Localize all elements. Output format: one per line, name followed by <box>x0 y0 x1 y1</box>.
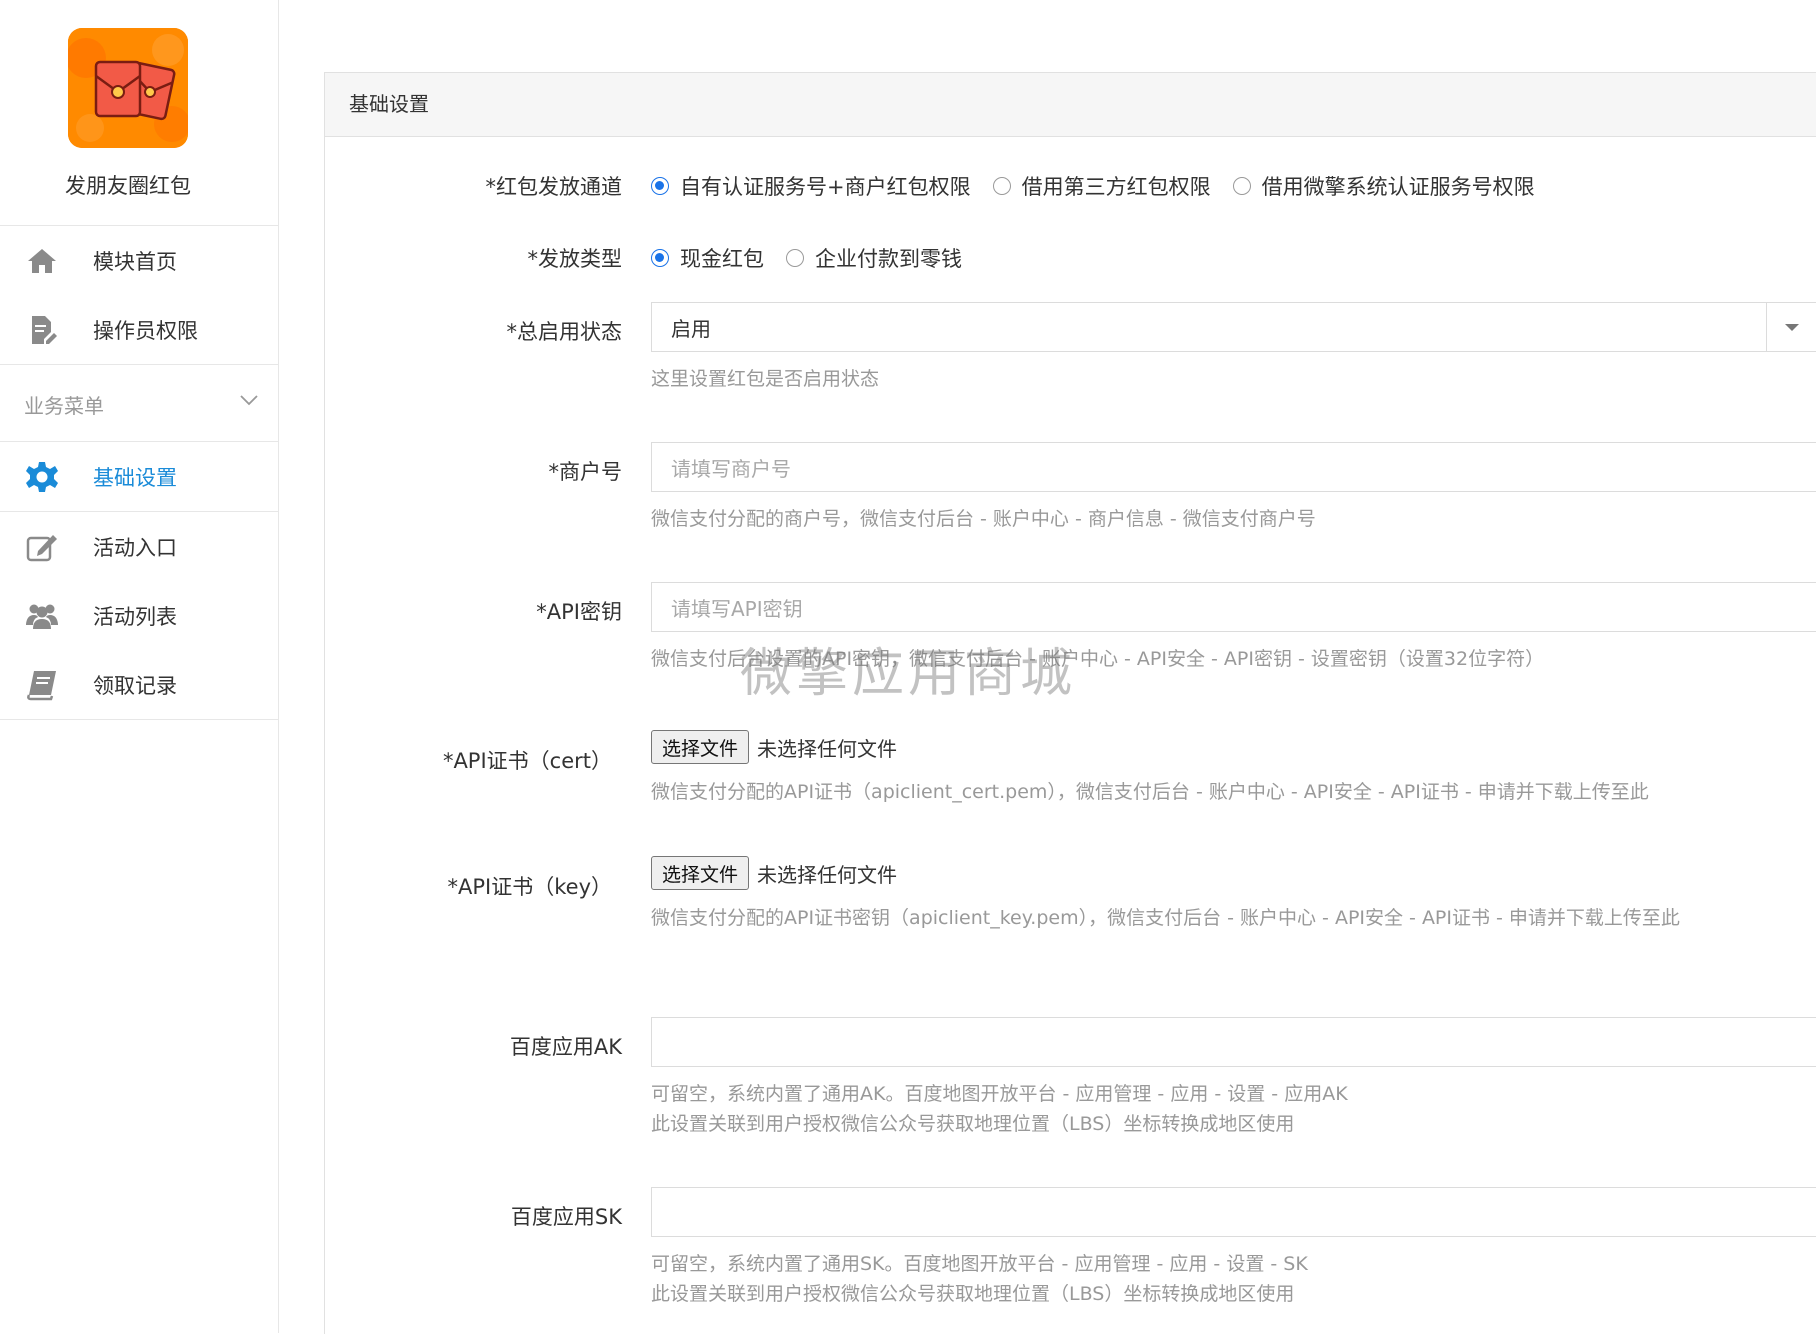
section-title: 业务菜单 <box>24 394 104 418</box>
radio-unchecked-icon <box>1232 177 1251 195</box>
settings-panel: 基础设置 *红包发放通道 自有认证服务号+商户红包权限 借用第三方红包权限 借用… <box>324 72 1816 1334</box>
key-choose-file-button[interactable]: 选择文件 <box>651 856 750 890</box>
cert-choose-file-button[interactable]: 选择文件 <box>651 730 750 764</box>
type-option-enterprise[interactable]: 企业付款到零钱 <box>786 243 962 273</box>
type-option-cash[interactable]: 现金红包 <box>651 243 764 273</box>
business-menu-toggle[interactable]: 业务菜单 <box>0 365 278 442</box>
merchant-placeholder: 请填写商户号 <box>671 456 791 481</box>
key-file-status: 未选择任何文件 <box>757 862 898 887</box>
channel-radio-group: 自有认证服务号+商户红包权限 借用第三方红包权限 借用微擎系统认证服务号权限 <box>651 171 1557 201</box>
cert-file-input: 选择文件 未选择任何文件 <box>651 730 897 764</box>
api-key-input[interactable]: 请填写API密钥 <box>651 582 1816 632</box>
key-help: 微信支付分配的API证书密钥（apiclient_key.pem），微信支付后台… <box>651 907 1680 929</box>
nav-item-label: 操作员权限 <box>93 318 198 343</box>
nav-item-label: 活动入口 <box>93 535 177 560</box>
edit-icon <box>24 529 60 565</box>
baidu-ak-input[interactable] <box>651 1017 1816 1067</box>
api-key-label: *API密钥 <box>536 600 622 624</box>
chevron-down-icon <box>238 389 260 411</box>
baidu-ak-help: 可留空，系统内置了通用AK。百度地图开放平台 - 应用管理 - 应用 - 设置 … <box>651 1083 1348 1105</box>
key-file-input: 选择文件 未选择任何文件 <box>651 856 897 890</box>
red-envelope-logo-icon <box>68 28 188 148</box>
radio-unchecked-icon <box>992 177 1011 195</box>
cert-label: *API证书（cert） <box>442 749 612 773</box>
channel-label: *红包发放通道 <box>485 175 623 199</box>
channel-option-system[interactable]: 借用微擎系统认证服务号权限 <box>1232 171 1535 201</box>
business-nav: 活动入口 活动列表 领取记录 <box>0 512 278 720</box>
nav-item-activity-list[interactable]: 活动列表 <box>0 581 278 650</box>
radio-label: 自有认证服务号+商户红包权限 <box>680 175 971 199</box>
channel-option-third-party[interactable]: 借用第三方红包权限 <box>992 171 1211 201</box>
radio-label: 企业付款到零钱 <box>815 247 962 271</box>
baidu-ak-help-lbs: 此设置关联到用户授权微信公众号获取地理位置（LBS）坐标转换成地区使用 <box>651 1113 1295 1135</box>
top-nav: 模块首页 操作员权限 <box>0 226 278 365</box>
type-radio-group: 现金红包 企业付款到零钱 <box>651 243 984 273</box>
nav-item-claim-records[interactable]: 领取记录 <box>0 650 278 719</box>
key-label: *API证书（key） <box>447 875 612 899</box>
type-label: *发放类型 <box>527 247 623 271</box>
app-logo[interactable] <box>68 28 188 148</box>
app-header: 发朋友圈红包 <box>0 0 278 226</box>
status-label: *总启用状态 <box>506 320 623 344</box>
nav-item-basic-settings[interactable]: 基础设置 <box>0 442 278 511</box>
book-icon <box>24 667 60 703</box>
radio-label: 现金红包 <box>680 247 764 271</box>
caret-down-icon[interactable] <box>1766 303 1816 351</box>
merchant-label: *商户号 <box>548 460 623 484</box>
document-edit-icon <box>24 312 60 348</box>
api-key-placeholder: 请填写API密钥 <box>671 596 803 621</box>
baidu-ak-label: 百度应用AK <box>509 1035 622 1059</box>
radio-label: 借用微擎系统认证服务号权限 <box>1261 175 1535 199</box>
merchant-input[interactable]: 请填写商户号 <box>651 442 1816 492</box>
radio-label: 借用第三方红包权限 <box>1021 175 1211 199</box>
nav-item-label: 活动列表 <box>93 604 177 629</box>
home-icon <box>24 243 60 279</box>
radio-unchecked-icon <box>786 249 804 267</box>
nav-item-label: 模块首页 <box>93 249 177 274</box>
panel-title: 基础设置 <box>325 73 1816 137</box>
status-select[interactable]: 启用 <box>651 302 1816 352</box>
baidu-sk-label: 百度应用SK <box>510 1205 622 1229</box>
active-nav-wrap: 基础设置 <box>0 442 278 512</box>
app-name: 发朋友圈红包 <box>65 174 191 198</box>
sidebar: 发朋友圈红包 模块首页 操作员权限 业务菜单 基础设置 活动入口 活动列表 领取… <box>0 0 279 1333</box>
status-help: 这里设置红包是否启用状态 <box>651 368 880 390</box>
radio-checked-icon <box>651 177 669 195</box>
nav-item-label: 领取记录 <box>93 673 177 698</box>
radio-checked-icon <box>651 249 669 267</box>
nav-item-activity-entry[interactable]: 活动入口 <box>0 512 278 581</box>
merchant-help: 微信支付分配的商户号，微信支付后台 - 账户中心 - 商户信息 - 微信支付商户… <box>651 508 1316 530</box>
users-icon <box>24 598 60 634</box>
channel-option-own[interactable]: 自有认证服务号+商户红包权限 <box>651 171 971 201</box>
nav-item-label: 基础设置 <box>93 465 177 490</box>
nav-item-module-home[interactable]: 模块首页 <box>0 226 278 295</box>
nav-item-operator-permissions[interactable]: 操作员权限 <box>0 295 278 364</box>
baidu-sk-help-lbs: 此设置关联到用户授权微信公众号获取地理位置（LBS）坐标转换成地区使用 <box>651 1283 1295 1305</box>
status-select-value: 启用 <box>671 316 711 341</box>
cert-help: 微信支付分配的API证书（apiclient_cert.pem），微信支付后台 … <box>651 781 1649 803</box>
baidu-sk-input[interactable] <box>651 1187 1816 1237</box>
gear-icon <box>24 459 60 495</box>
cert-file-status: 未选择任何文件 <box>757 736 898 761</box>
baidu-sk-help: 可留空，系统内置了通用SK。百度地图开放平台 - 应用管理 - 应用 - 设置 … <box>651 1253 1308 1275</box>
api-key-help: 微信支付后台设置的API密钥，微信支付后台 - 账户中心 - API安全 - A… <box>651 648 1545 670</box>
